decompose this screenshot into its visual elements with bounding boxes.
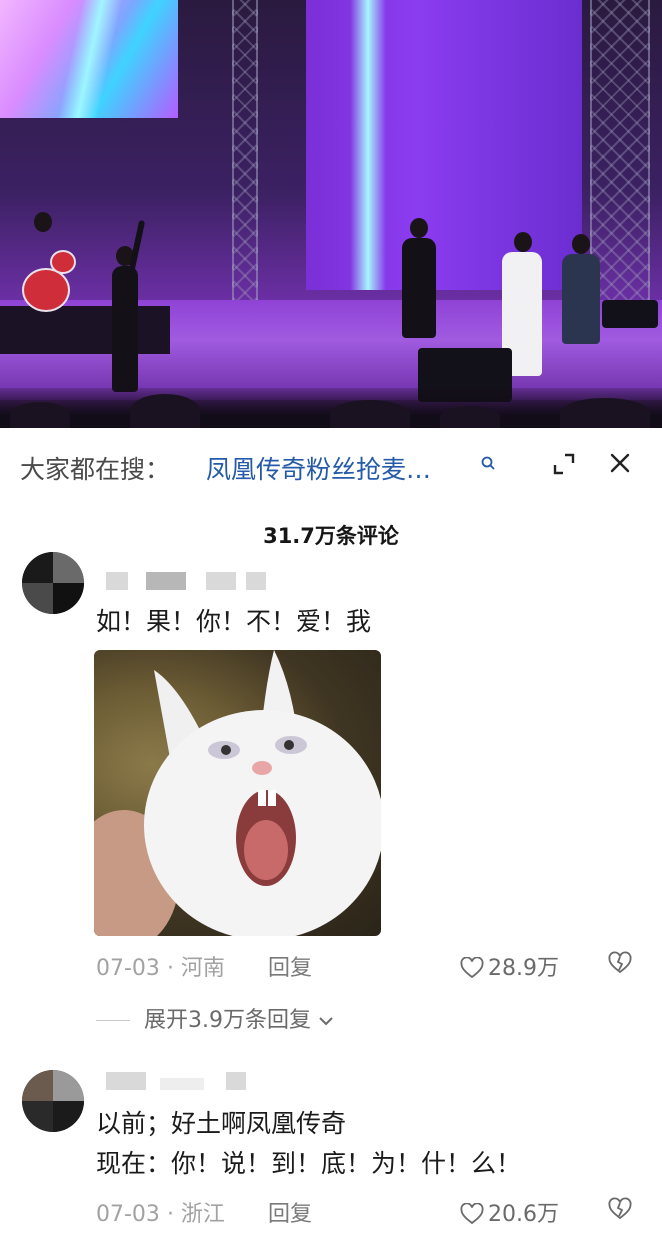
expand-replies-button[interactable]: 展开3.9万条回复 xyxy=(96,1002,334,1034)
comment-image-rabbit-meme[interactable] xyxy=(94,650,381,936)
comment-date: 07-03 xyxy=(96,956,160,981)
like-count: 28.9万 xyxy=(488,956,559,981)
search-icon[interactable] xyxy=(480,455,496,471)
comments-count: 31.7万条评论 xyxy=(263,524,399,548)
comment-text: 如！果！你！不！爱！我 xyxy=(96,607,372,636)
avatar[interactable] xyxy=(22,552,84,614)
like-button[interactable]: 28.9万 xyxy=(460,950,559,982)
search-suggestion-link[interactable]: 凤凰传奇粉丝抢麦… xyxy=(206,450,431,486)
heart-icon xyxy=(460,1202,484,1225)
stage-truss xyxy=(590,0,650,300)
comment-location: · 河南 xyxy=(166,956,225,981)
search-label: 大家都在搜： xyxy=(20,455,171,484)
comment-text-line: 以前；好土啊凤凰传奇 xyxy=(96,1109,347,1138)
video-player[interactable] xyxy=(0,0,662,428)
comment-meta: 07-03 · 浙江 回复 xyxy=(96,1196,312,1228)
comment-date: 07-03 xyxy=(96,1202,160,1227)
dislike-icon[interactable] xyxy=(607,950,633,976)
username-blurred[interactable] xyxy=(106,572,128,590)
like-count: 20.6万 xyxy=(488,1202,559,1227)
heart-icon xyxy=(460,956,484,979)
stage-truss xyxy=(232,0,258,300)
comments-panel: 大家都在搜： 凤凰传奇粉丝抢麦… 31.7万条评论 如！果！你！不！爱！我 07… xyxy=(0,428,662,1242)
like-button[interactable]: 20.6万 xyxy=(460,1196,559,1228)
dislike-icon[interactable] xyxy=(607,1196,633,1222)
drum xyxy=(50,250,76,274)
crowd xyxy=(0,388,662,428)
comment-text-line: 现在：你！说！到！底！为！什！么！ xyxy=(96,1149,522,1178)
comment-location: · 浙江 xyxy=(166,1202,225,1227)
drum xyxy=(22,268,70,312)
avatar[interactable] xyxy=(22,1070,84,1132)
led-screen-right xyxy=(306,0,582,290)
comment-meta: 07-03 · 河南 回复 xyxy=(96,950,312,982)
drummer xyxy=(34,212,52,232)
singer-female-body xyxy=(112,266,138,392)
reply-button[interactable]: 回复 xyxy=(268,950,312,982)
drum-riser xyxy=(0,306,170,354)
led-screen-left xyxy=(0,0,178,118)
expand-icon[interactable] xyxy=(551,451,577,477)
reply-button[interactable]: 回复 xyxy=(268,1196,312,1228)
guitarist xyxy=(410,218,428,238)
search-suggestion-bar: 大家都在搜： 凤凰传奇粉丝抢麦… xyxy=(0,428,662,508)
singer-male xyxy=(514,232,532,252)
chevron-down-icon xyxy=(319,1017,333,1026)
close-icon[interactable] xyxy=(607,450,633,476)
username-blurred[interactable] xyxy=(106,1072,146,1090)
